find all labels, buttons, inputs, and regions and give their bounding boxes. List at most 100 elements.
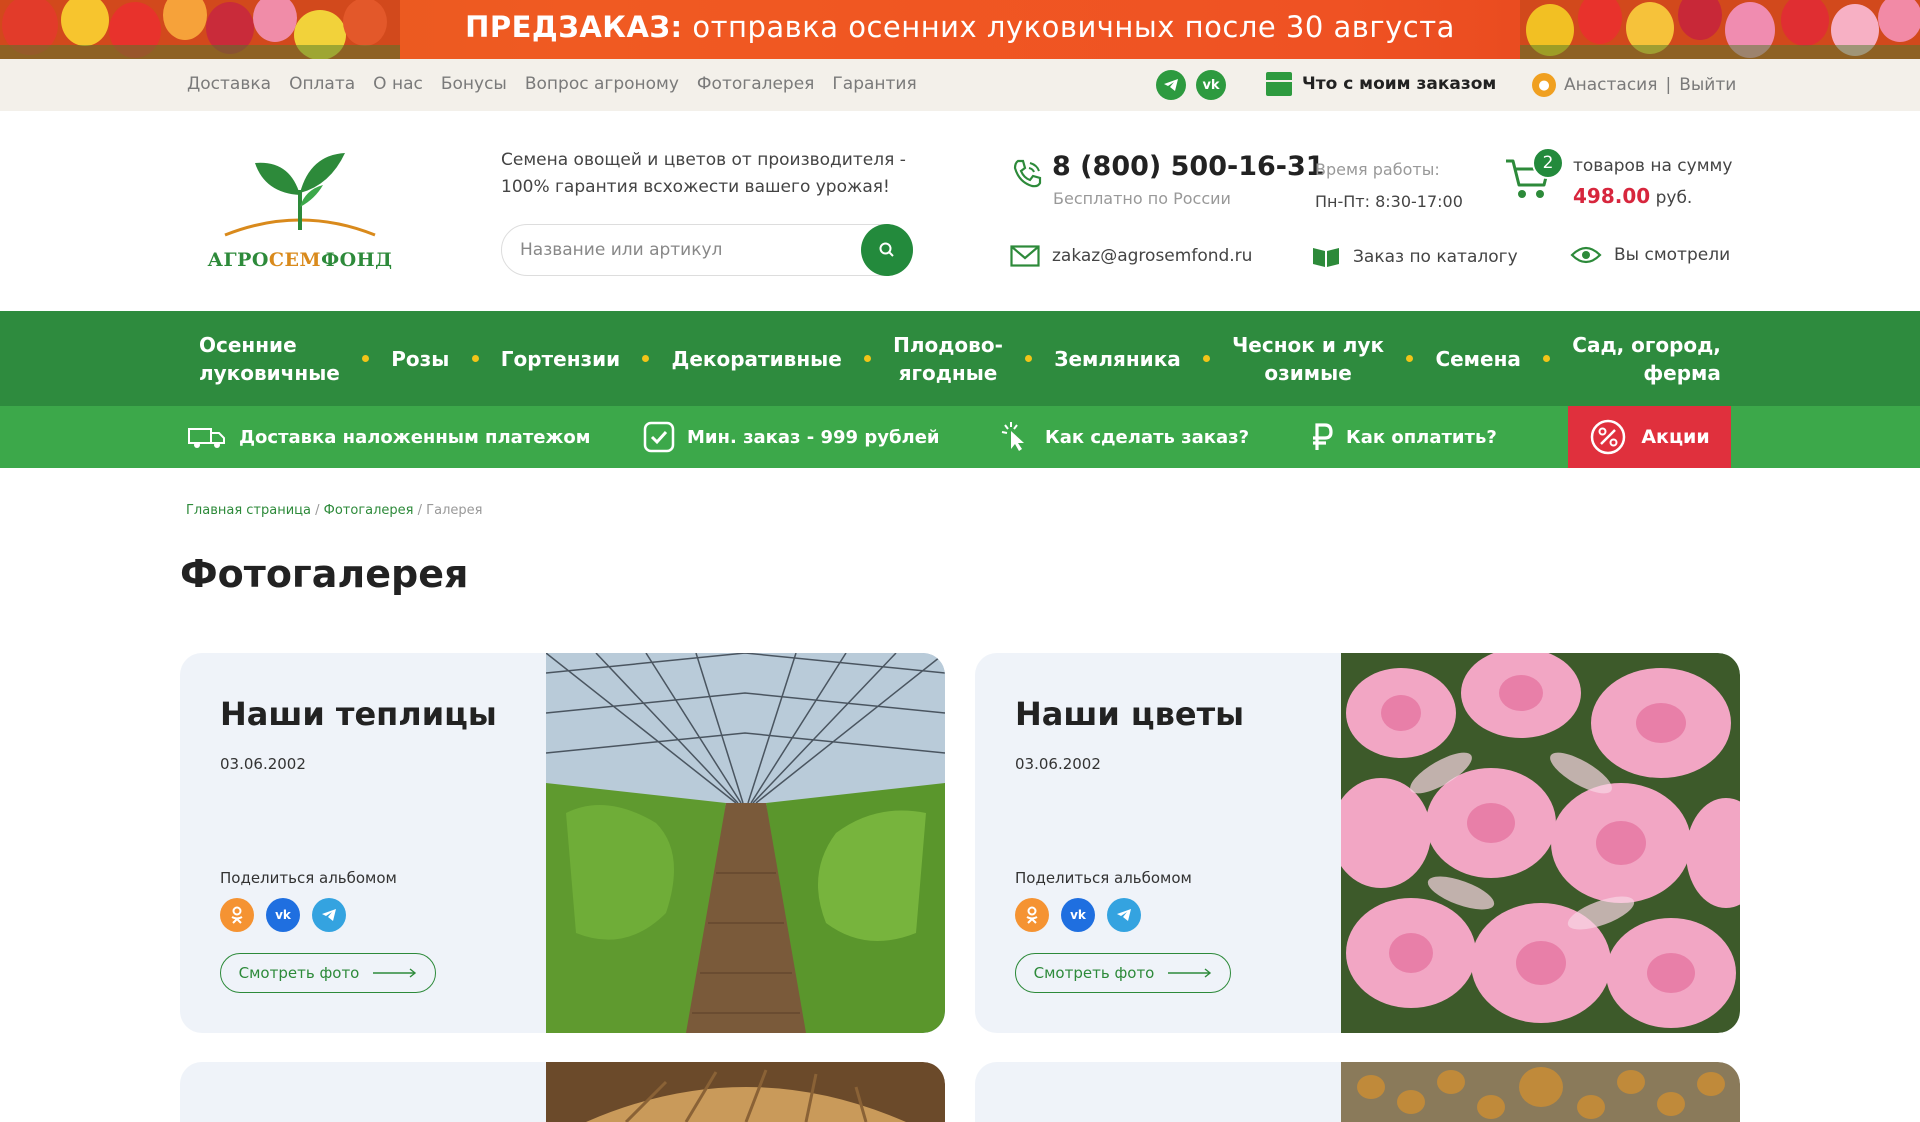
search-box bbox=[501, 224, 913, 276]
nav-decorative[interactable]: Декоративные bbox=[660, 345, 854, 373]
nav-separator-dot bbox=[1025, 355, 1033, 362]
basket-photo[interactable] bbox=[546, 1062, 945, 1122]
logout-link[interactable]: Выйти bbox=[1679, 75, 1736, 95]
search-input[interactable] bbox=[520, 225, 850, 275]
email-link[interactable]: zakaz@agrosemfond.ru bbox=[1010, 245, 1252, 267]
search-button[interactable] bbox=[861, 224, 913, 276]
arrow-right-icon bbox=[1168, 968, 1212, 978]
telegram-icon[interactable] bbox=[1156, 70, 1186, 100]
cursor-click-icon bbox=[1001, 422, 1024, 451]
greenhouse-photo[interactable] bbox=[546, 653, 945, 1033]
how-to-order-link[interactable]: Как сделать заказ? bbox=[999, 406, 1249, 468]
site-logo[interactable]: АГРОСЕМФОНД bbox=[205, 145, 395, 275]
toplink-photogallery[interactable]: Фотогалерея bbox=[697, 74, 815, 94]
nav-hydrangeas[interactable]: Гортензии bbox=[489, 345, 632, 373]
toplink-bonuses[interactable]: Бонусы bbox=[441, 74, 507, 94]
share-buttons: vk bbox=[1015, 898, 1141, 932]
cart-summary: товаров на сумму 498.00 руб. bbox=[1573, 151, 1732, 213]
delivery-cod-label: Доставка наложенным платежом bbox=[239, 426, 591, 448]
min-order-link[interactable]: Мин. заказ - 999 рублей bbox=[643, 406, 940, 468]
truck-icon bbox=[188, 428, 225, 448]
site-header: АГРОСЕМФОНД Семена овощей и цветов от пр… bbox=[0, 111, 1920, 311]
envelope-icon bbox=[1010, 245, 1040, 267]
breadcrumb-current: Галерея bbox=[426, 503, 483, 518]
nav-fruit-berry[interactable]: Плодово-ягодные bbox=[881, 331, 1015, 387]
nav-separator-dot bbox=[863, 355, 871, 362]
vk-share-icon[interactable]: vk bbox=[266, 898, 300, 932]
album-title[interactable]: Наши теплицы bbox=[220, 695, 497, 733]
tagline: Семена овощей и цветов от производителя … bbox=[501, 150, 906, 197]
odnoklassniki-icon[interactable] bbox=[220, 898, 254, 932]
hours-value: Пн-Пт: 8:30-17:00 bbox=[1315, 192, 1463, 211]
user-separator: | bbox=[1665, 75, 1672, 95]
odnoklassniki-icon[interactable] bbox=[1015, 898, 1049, 932]
user-name[interactable]: Анастасия bbox=[1564, 75, 1657, 95]
page-title: Фотогалерея bbox=[180, 552, 469, 596]
telegram-share-icon[interactable] bbox=[1107, 898, 1141, 932]
telegram-share-icon[interactable] bbox=[312, 898, 346, 932]
delivery-cod-link[interactable]: Доставка наложенным платежом bbox=[187, 406, 590, 468]
toplink-guarantee[interactable]: Гарантия bbox=[832, 74, 916, 94]
book-icon bbox=[1313, 248, 1339, 267]
vk-share-icon[interactable]: vk bbox=[1061, 898, 1095, 932]
percent-badge-icon bbox=[1591, 419, 1626, 455]
phone-number[interactable]: 8 (800) 500-16-31 bbox=[1052, 151, 1325, 182]
breadcrumb-separator: / bbox=[413, 503, 427, 518]
toplink-payment[interactable]: Оплата bbox=[289, 74, 355, 94]
album-card-partial bbox=[975, 1062, 1740, 1122]
cart-sum: 498.00 bbox=[1573, 184, 1651, 208]
toplink-about[interactable]: О нас bbox=[373, 74, 423, 94]
how-to-order-label: Как сделать заказ? bbox=[1045, 426, 1250, 448]
nav-seeds[interactable]: Семена bbox=[1423, 345, 1532, 373]
order-status-link[interactable]: Что с моим заказом bbox=[1266, 72, 1496, 96]
breadcrumb-home[interactable]: Главная страница bbox=[186, 503, 311, 518]
email-text: zakaz@agrosemfond.ru bbox=[1052, 246, 1253, 266]
promo-banner[interactable]: ПРЕДЗАКАЗ: отправка осенних луковичных п… bbox=[0, 0, 1920, 59]
album-title[interactable]: Наши цветы bbox=[1015, 695, 1244, 733]
nav-roses[interactable]: Розы bbox=[379, 345, 461, 373]
sales-button[interactable]: Акции bbox=[1568, 406, 1731, 468]
phone-subtext: Бесплатно по России bbox=[1053, 189, 1231, 208]
nav-garden-farm[interactable]: Сад, огород, ферма bbox=[1560, 331, 1733, 387]
cart-label: товаров на сумму bbox=[1573, 156, 1733, 176]
nav-separator-dot bbox=[1543, 355, 1551, 362]
nav-garlic-onion[interactable]: Чеснок и лук озимые bbox=[1220, 331, 1396, 387]
logo-wordmark: АГРОСЕМФОНД bbox=[207, 249, 393, 271]
nav-separator-dot bbox=[362, 355, 370, 362]
viewed-link[interactable]: Вы смотрели bbox=[1570, 245, 1730, 265]
share-label: Поделиться альбомом bbox=[1015, 869, 1192, 887]
nav-autumn-bulbs[interactable]: Осенние луковичные bbox=[187, 331, 352, 387]
catalog-text: Заказ по каталогу bbox=[1353, 247, 1518, 267]
vk-icon[interactable]: vk bbox=[1196, 70, 1226, 100]
checkbox-icon bbox=[643, 421, 675, 453]
main-navigation: Осенние луковичные Розы Гортензии Декорат… bbox=[0, 311, 1920, 406]
album-date: 03.06.2002 bbox=[1015, 755, 1101, 773]
nav-separator-dot bbox=[1202, 355, 1210, 362]
view-photos-button[interactable]: Смотреть фото bbox=[220, 953, 436, 993]
nav-separator-dot bbox=[642, 355, 650, 362]
toplink-agronomist[interactable]: Вопрос агроному bbox=[525, 74, 679, 94]
album-card: Наши цветы 03.06.2002 Поделиться альбомо… bbox=[975, 653, 1740, 1033]
package-icon bbox=[1266, 72, 1292, 96]
view-photos-button[interactable]: Смотреть фото bbox=[1015, 953, 1231, 993]
lilies-photo[interactable] bbox=[1341, 653, 1740, 1033]
share-buttons: vk bbox=[220, 898, 346, 932]
nav-separator-dot bbox=[471, 355, 479, 362]
onion-sets-photo[interactable] bbox=[1341, 1062, 1740, 1122]
catalog-order-link[interactable]: Заказ по каталогу bbox=[1311, 245, 1518, 269]
album-card-partial bbox=[180, 1062, 945, 1122]
ruble-icon bbox=[1313, 423, 1333, 450]
sprout-logo-icon bbox=[224, 153, 376, 237]
info-bar: Доставка наложенным платежом Мин. заказ … bbox=[0, 406, 1920, 468]
eye-icon bbox=[1570, 246, 1602, 264]
viewed-text: Вы смотрели bbox=[1614, 245, 1731, 265]
nav-strawberry[interactable]: Земляника bbox=[1042, 345, 1193, 373]
toplink-delivery[interactable]: Доставка bbox=[187, 74, 271, 94]
top-utility-bar: Доставка Оплата О нас Бонусы Вопрос агро… bbox=[0, 59, 1920, 111]
breadcrumb-gallery[interactable]: Фотогалерея bbox=[324, 503, 414, 518]
how-to-pay-link[interactable]: Как оплатить? bbox=[1310, 406, 1497, 468]
album-date: 03.06.2002 bbox=[220, 755, 306, 773]
breadcrumb: Главная страница / Фотогалерея / Галерея bbox=[186, 503, 482, 518]
phone-icon bbox=[1013, 159, 1042, 188]
promo-text: ПРЕДЗАКАЗ: отправка осенних луковичных п… bbox=[465, 10, 1455, 44]
